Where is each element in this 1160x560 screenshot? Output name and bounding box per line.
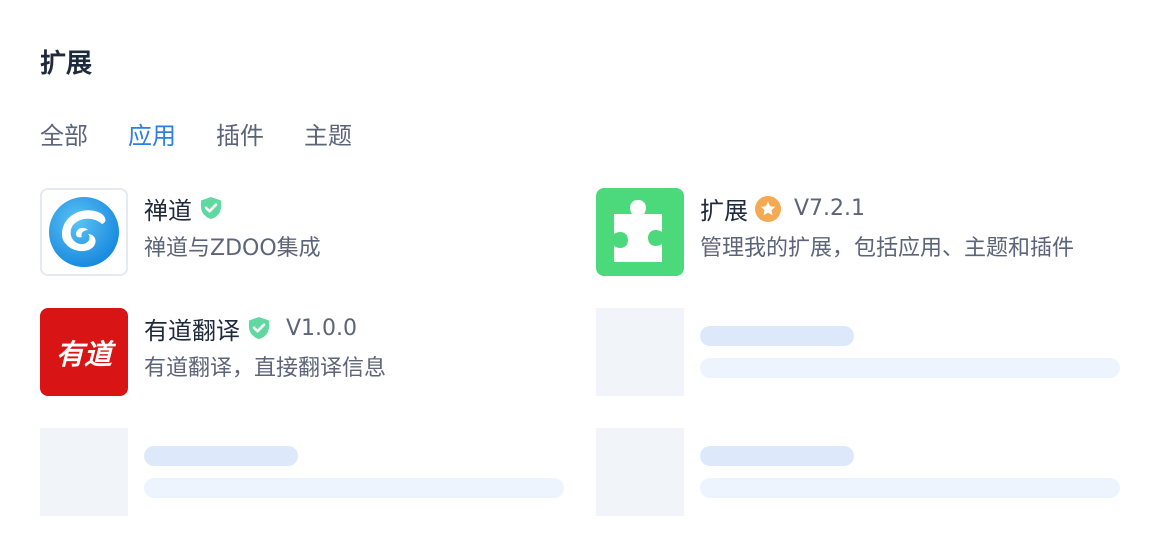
skeleton-title [700,446,854,466]
extension-name: 禅道 [144,196,192,225]
verified-shield-icon [246,315,272,341]
skeleton-logo [596,428,684,516]
skeleton-logo [40,428,128,516]
category-tabs: 全部 应用 插件 主题 [40,116,392,156]
extension-version: V1.0.0 [286,315,358,341]
tab-themes[interactable]: 主题 [304,116,352,156]
extension-card-youdao[interactable]: 有道 有道翻译 V1.0.0 有道翻译，直接翻译信息 [40,308,564,396]
page-title: 扩展 [40,49,93,79]
puzzle-piece-icon [596,188,684,276]
skeleton-description [700,478,1120,498]
extension-name: 扩展 [700,196,748,225]
skeleton-title [700,326,854,346]
skeleton-card [596,308,1120,396]
zentao-logo [40,188,128,276]
skeleton-card [596,428,1120,516]
verified-shield-icon [198,195,224,221]
extension-description: 管理我的扩展，包括应用、主题和插件 [700,236,1075,261]
extension-description: 禅道与ZDOO集成 [144,236,321,261]
skeleton-logo [596,308,684,396]
skeleton-card [40,428,564,516]
extensions-page: 扩展 全部 应用 插件 主题 禅道 禅道与ZDOO集成 扩展 V7.2.1 管理… [0,0,1160,560]
extension-name: 有道翻译 [144,316,240,345]
extension-card-extensions[interactable]: 扩展 V7.2.1 管理我的扩展，包括应用、主题和插件 [596,188,1120,276]
youdao-logo: 有道 [40,308,128,396]
star-badge-icon [754,195,781,222]
skeleton-title [144,446,298,466]
skeleton-description [700,358,1120,378]
skeleton-description [144,478,564,498]
tab-plugins[interactable]: 插件 [216,116,264,156]
tab-all[interactable]: 全部 [40,116,88,156]
extension-card-zentao[interactable]: 禅道 禅道与ZDOO集成 [40,188,564,276]
youdao-logo-text: 有道 [56,338,117,371]
extension-version: V7.2.1 [794,195,866,221]
tab-apps[interactable]: 应用 [128,116,176,156]
extension-description: 有道翻译，直接翻译信息 [144,356,387,381]
